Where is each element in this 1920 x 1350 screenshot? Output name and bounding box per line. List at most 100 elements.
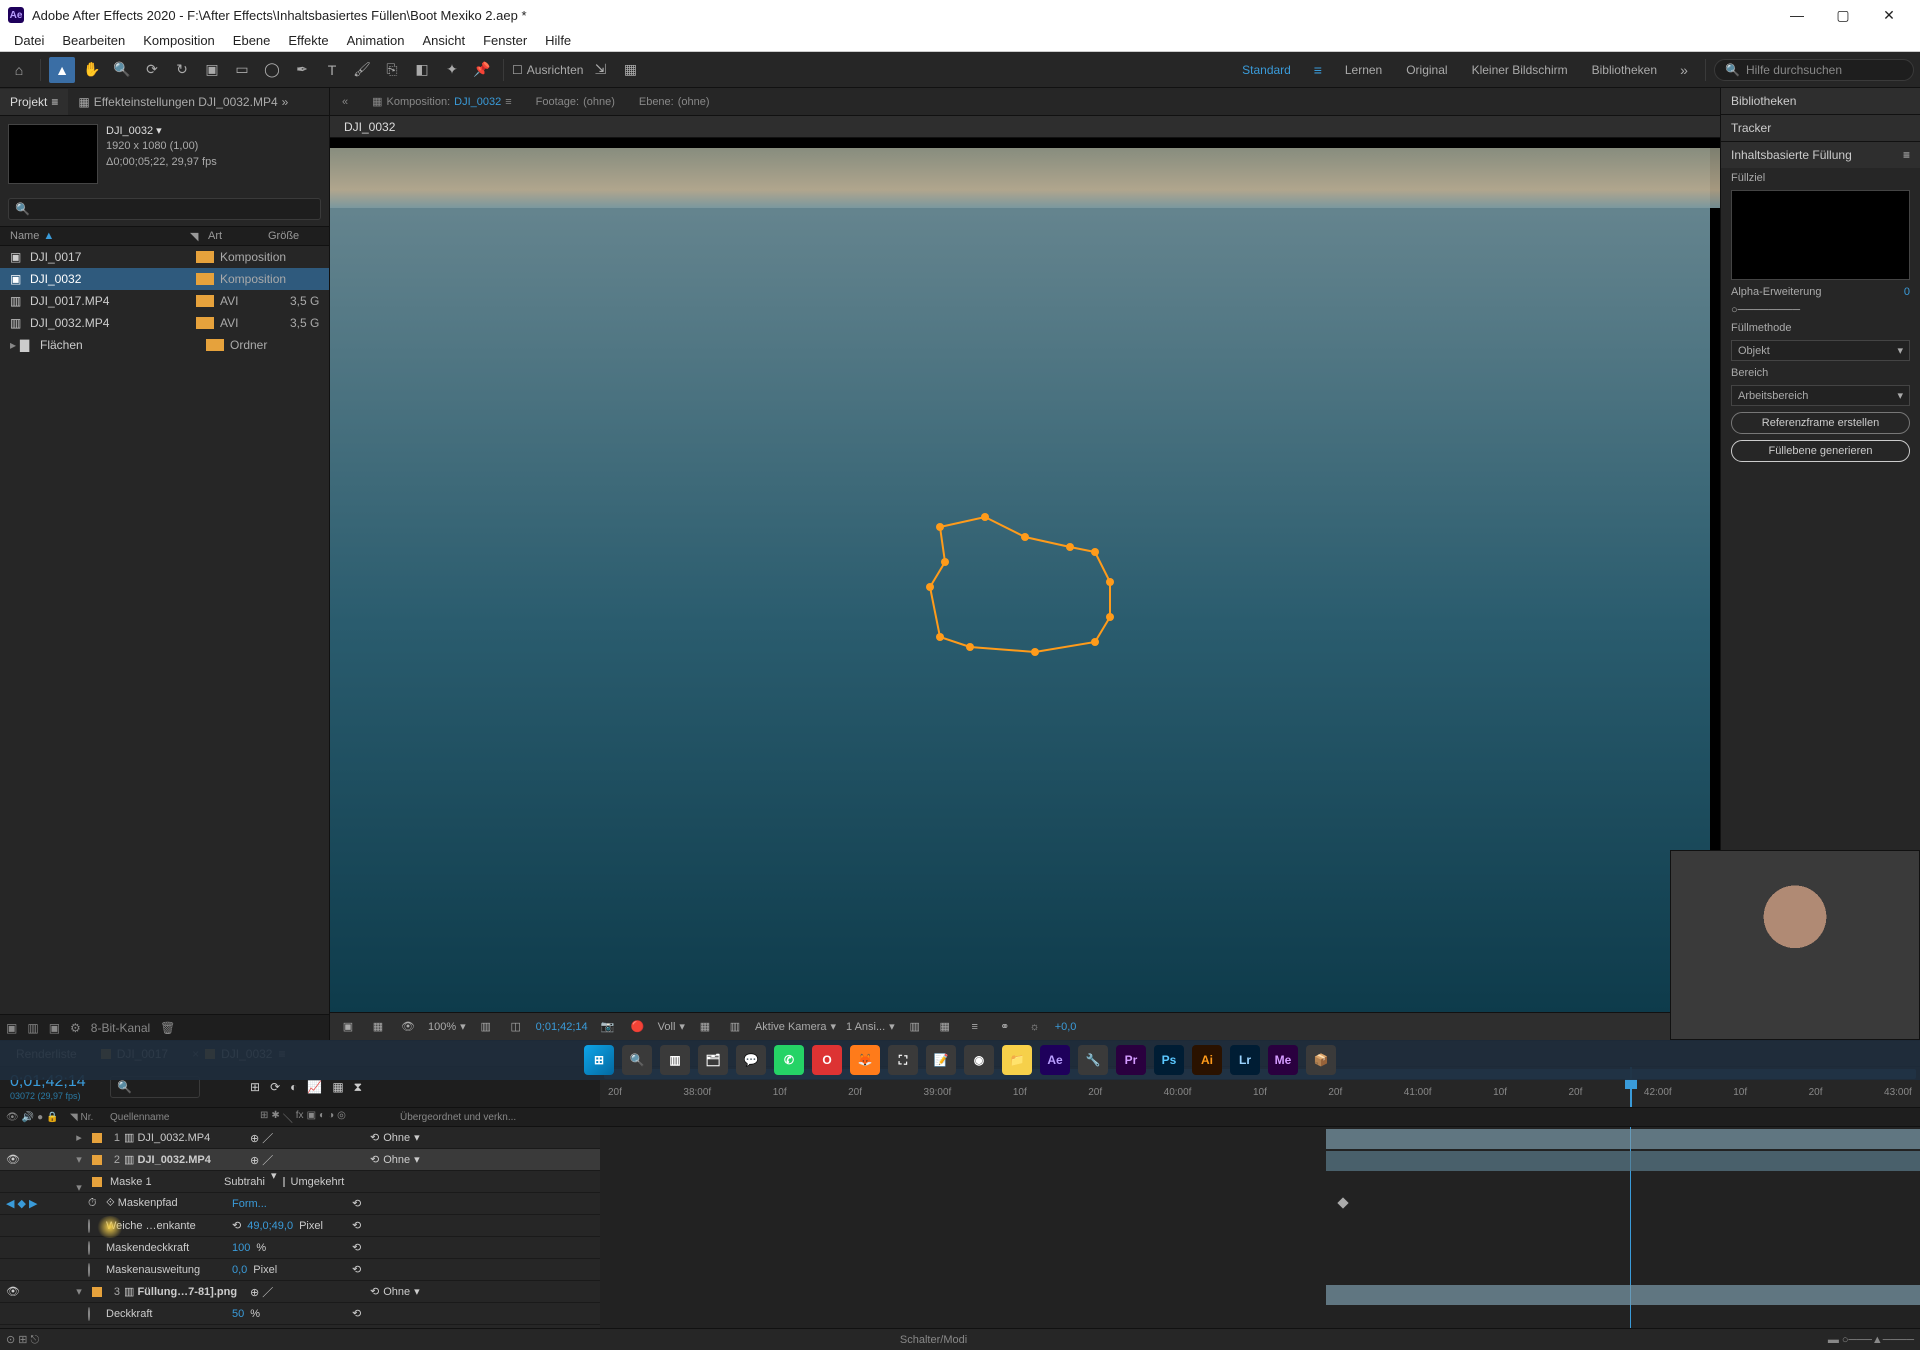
generate-fill-layer-button[interactable]: Füllebene generieren — [1731, 440, 1910, 462]
after-effects-app[interactable]: Ae — [1040, 1045, 1070, 1075]
menu-ebene[interactable]: Ebene — [225, 31, 279, 50]
guides-icon[interactable]: ▥ — [725, 1020, 745, 1033]
timeline-tracks[interactable] — [600, 1127, 1920, 1328]
shy-icon[interactable]: ⊞ — [250, 1080, 260, 1094]
teams-app[interactable]: 💬 — [736, 1045, 766, 1075]
premiere-app[interactable]: Pr — [1116, 1045, 1146, 1075]
mask-property-row[interactable]: Maskendeckkraft 100% ⟲ — [0, 1237, 600, 1259]
frame-blend-icon[interactable]: ⟳ — [270, 1080, 280, 1094]
new-folder-icon[interactable]: ▥ — [27, 1021, 38, 1035]
alpha-slider[interactable]: ○──────── — [1731, 304, 1910, 316]
tab-effekteinstellungen[interactable]: ▦ Effekteinstellungen DJI_0032.MP4 » — [68, 89, 298, 115]
roi-icon[interactable]: ◫ — [506, 1020, 526, 1033]
camera-dropdown[interactable]: Aktive Kamera ▾ — [755, 1020, 836, 1033]
mask-property-row[interactable]: ◀ ◆ ▶ ⏱ ⟐ Maskenpfad Form... ⟲ — [0, 1193, 600, 1215]
media-encoder-app[interactable]: Me — [1268, 1045, 1298, 1075]
settings-icon[interactable]: ⚙ — [70, 1021, 81, 1035]
footage-tab[interactable]: Footage: (ohne) — [530, 90, 621, 114]
minimize-button[interactable]: ― — [1774, 0, 1820, 30]
composition-viewer[interactable] — [330, 138, 1720, 1012]
app-icon[interactable]: 📝 — [926, 1045, 956, 1075]
illustrator-app[interactable]: Ai — [1192, 1045, 1222, 1075]
menu-komposition[interactable]: Komposition — [135, 31, 223, 50]
project-row[interactable]: ▥DJI_0017.MP4AVI3,5 G — [0, 290, 329, 312]
layer-property-row[interactable]: Deckkraft 50% ⟲ — [0, 1303, 600, 1325]
rotate-tool[interactable]: ↻ — [169, 57, 195, 83]
selection-tool[interactable]: ▲ — [49, 57, 75, 83]
resolution-dropdown[interactable]: Voll ▾ — [658, 1020, 685, 1033]
photoshop-app[interactable]: Ps — [1154, 1045, 1184, 1075]
mask-row[interactable]: ▾ Maske 1 Subtrahi▾ Umgekehrt — [0, 1171, 600, 1193]
snap-grid-icon[interactable]: ▦ — [617, 57, 643, 83]
clone-tool[interactable]: ⎘ — [379, 57, 405, 83]
home-tool[interactable]: ⌂ — [6, 57, 32, 83]
lightroom-app[interactable]: Lr — [1230, 1045, 1260, 1075]
viewer-timecode[interactable]: 0;01;42;14 — [536, 1021, 588, 1033]
project-list[interactable]: ▣DJI_0017Komposition ▣DJI_0032Kompositio… — [0, 246, 329, 1014]
menu-hilfe[interactable]: Hilfe — [537, 31, 579, 50]
pixel-aspect-icon[interactable]: ▥ — [905, 1020, 925, 1033]
snap-checkbox[interactable]: ☐Ausrichten — [512, 63, 583, 77]
snap-opt-icon[interactable]: ⇲ — [587, 57, 613, 83]
comp-tab-active[interactable]: ▦ Komposition: DJI_0032 ≡ — [366, 89, 518, 114]
create-reference-frame-button[interactable]: Referenzframe erstellen — [1731, 412, 1910, 434]
start-button[interactable]: ⊞ — [584, 1045, 614, 1075]
fill-method-dropdown[interactable]: Objekt▾ — [1731, 340, 1910, 361]
grid-icon[interactable]: ▦ — [695, 1020, 715, 1033]
workspace-options-icon[interactable]: ≡ — [1305, 57, 1331, 83]
workspace-bibliotheken[interactable]: Bibliotheken — [1582, 63, 1667, 77]
maximize-button[interactable]: ▢ — [1820, 0, 1866, 30]
channel-icon[interactable]: 🔴 — [628, 1020, 648, 1033]
ellipse-tool[interactable]: ◯ — [259, 57, 285, 83]
menu-datei[interactable]: Datei — [6, 31, 52, 50]
motion-blur-icon[interactable]: ◐ — [290, 1080, 297, 1094]
timeline-icon[interactable]: ≡ — [965, 1021, 985, 1033]
menu-fenster[interactable]: Fenster — [475, 31, 535, 50]
panel-bibliotheken[interactable]: Bibliotheken — [1721, 88, 1920, 114]
app-icon[interactable]: 📦 — [1306, 1045, 1336, 1075]
switches-modes-toggle[interactable]: Schalter/Modi — [39, 1334, 1828, 1346]
explorer-app[interactable]: 🗂 — [698, 1045, 728, 1075]
zoom-dropdown[interactable]: 100% ▾ — [428, 1020, 466, 1033]
mask-property-row[interactable]: Maskenausweitung 0,0 Pixel ⟲ — [0, 1259, 600, 1281]
interpret-icon[interactable]: ▣ — [6, 1021, 17, 1035]
firefox-app[interactable]: 🦊 — [850, 1045, 880, 1075]
app-icon[interactable]: 🔧 — [1078, 1045, 1108, 1075]
workspace-original[interactable]: Original — [1396, 63, 1457, 77]
depth-label[interactable]: 8-Bit-Kanal — [91, 1021, 150, 1035]
views-dropdown[interactable]: 1 Ansi... ▾ — [846, 1020, 895, 1033]
puppet-tool[interactable]: 📌 — [469, 57, 495, 83]
zoom-slider[interactable]: ▬ ○───▲──── — [1828, 1334, 1914, 1346]
exposure-reset-icon[interactable]: ☼ — [1025, 1021, 1045, 1033]
workspace-standard[interactable]: Standard — [1232, 63, 1301, 77]
mask-path-overlay[interactable] — [895, 492, 1155, 692]
snapshot-icon[interactable]: 📷 — [598, 1020, 618, 1033]
task-view[interactable]: ▥ — [660, 1045, 690, 1075]
comp-nav-back[interactable]: « — [336, 90, 354, 114]
workspace-kleiner[interactable]: Kleiner Bildschirm — [1462, 63, 1578, 77]
anchor-tool[interactable]: ▣ — [199, 57, 225, 83]
alpha-exp-value[interactable]: 0 — [1904, 286, 1910, 298]
app-icon[interactable]: ⛶ — [888, 1045, 918, 1075]
exposure-value[interactable]: +0,0 — [1055, 1021, 1077, 1033]
menu-ansicht[interactable]: Ansicht — [414, 31, 473, 50]
project-row[interactable]: ▣DJI_0017Komposition — [0, 246, 329, 268]
menu-effekte[interactable]: Effekte — [280, 31, 336, 50]
comp-breadcrumb[interactable]: DJI_0032 — [330, 116, 1720, 138]
whatsapp-app[interactable]: ✆ — [774, 1045, 804, 1075]
orbit-tool[interactable]: ⟳ — [139, 57, 165, 83]
pen-tool[interactable]: ✒ — [289, 57, 315, 83]
opera-app[interactable]: O — [812, 1045, 842, 1075]
mask-visibility-icon[interactable]: 👁 — [398, 1020, 418, 1033]
project-row[interactable]: ▥DJI_0032.MP4AVI3,5 G — [0, 312, 329, 334]
brush-tool[interactable]: 🖌 — [349, 57, 375, 83]
project-row[interactable]: ▣DJI_0032Komposition — [0, 268, 329, 290]
panel-tracker[interactable]: Tracker — [1721, 115, 1920, 141]
close-button[interactable]: ✕ — [1866, 0, 1912, 30]
workspace-more-icon[interactable]: » — [1671, 57, 1697, 83]
search-app[interactable]: 🔍 — [622, 1045, 652, 1075]
graph-editor-icon[interactable]: 📈 — [307, 1080, 322, 1094]
flowchart-icon[interactable]: ⚭ — [995, 1020, 1015, 1033]
workspace-lernen[interactable]: Lernen — [1335, 63, 1392, 77]
mask-toggle-icon[interactable]: ▣ — [338, 1020, 358, 1033]
